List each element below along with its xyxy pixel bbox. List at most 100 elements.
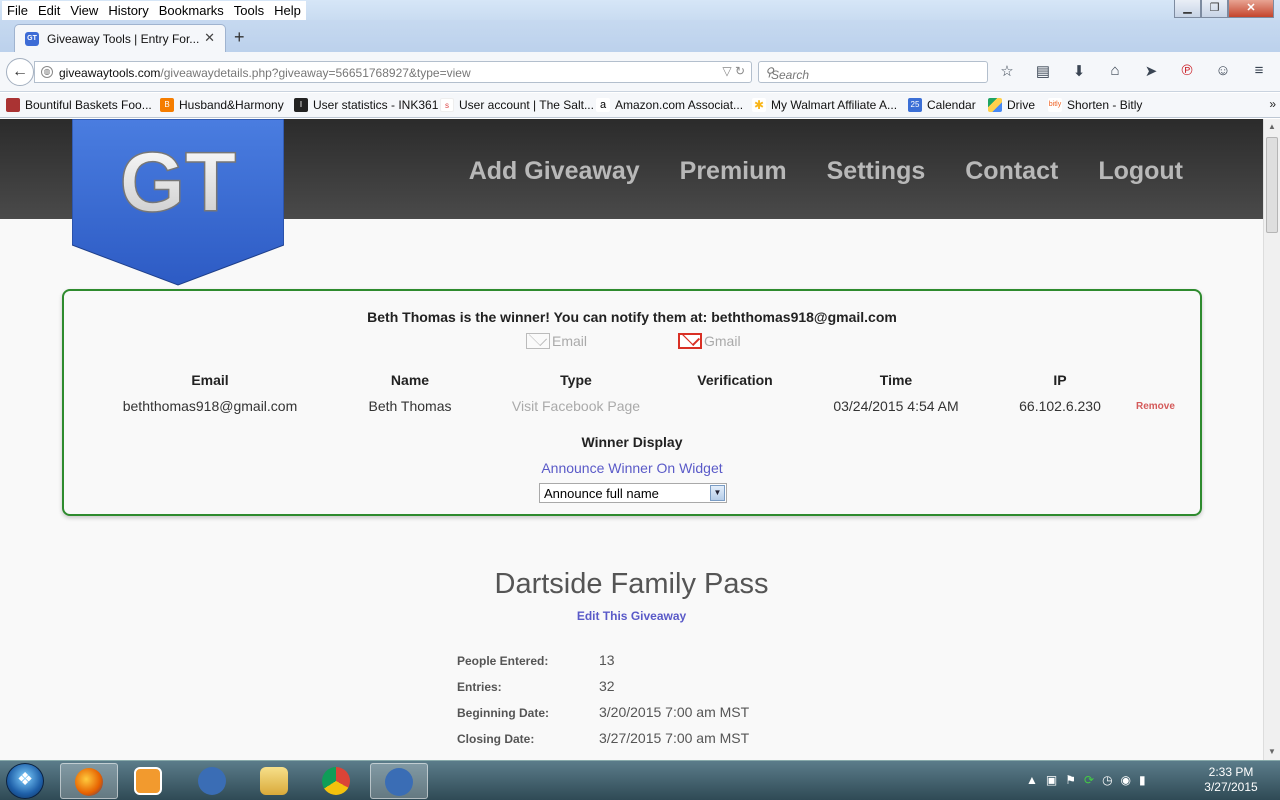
camera-icon: [385, 768, 413, 796]
nav-settings[interactable]: Settings: [827, 157, 926, 186]
dropdown-arrow-icon[interactable]: ▽: [722, 64, 731, 78]
tab-close-icon[interactable]: ✕: [204, 30, 215, 46]
new-tab-icon[interactable]: +: [234, 27, 245, 48]
signal-icon[interactable]: ▮: [1139, 773, 1146, 787]
pinterest-icon[interactable]: ℗: [1178, 62, 1196, 80]
flag-icon[interactable]: ⚑: [1065, 773, 1076, 787]
star-icon[interactable]: ☆: [998, 62, 1016, 80]
nav-logout[interactable]: Logout: [1098, 157, 1183, 186]
select-value: Announce full name: [544, 486, 659, 501]
reading-list-icon[interactable]: ▤: [1034, 62, 1052, 80]
menu-view[interactable]: View: [65, 1, 103, 20]
taskbar-camera-2[interactable]: [370, 763, 428, 799]
menu-edit[interactable]: Edit: [33, 1, 65, 20]
folder-icon: [260, 767, 288, 795]
drive-icon: [988, 98, 1002, 112]
menu-bookmarks[interactable]: Bookmarks: [154, 1, 229, 20]
menu-tools[interactable]: Tools: [229, 1, 269, 20]
start-button[interactable]: [6, 763, 44, 799]
minimize-button[interactable]: ▁: [1174, 0, 1201, 18]
bookmark-calendar[interactable]: 25 Calendar: [908, 98, 976, 112]
site-logo[interactable]: GT: [72, 119, 284, 286]
tray-expand-icon[interactable]: ▲: [1026, 773, 1038, 787]
toolbar-icons: ☆ ▤ ⬇ ⌂ ➤ ℗ ☺ ≡: [998, 62, 1268, 80]
bookmark-label: Amazon.com Associat...: [615, 98, 744, 112]
page-scrollbar[interactable]: ▲ ▼: [1263, 119, 1280, 760]
bookmark-husband-harmony[interactable]: B Husband&Harmony: [160, 98, 284, 112]
col-header-time: Time: [879, 372, 913, 388]
winner-time: 03/24/2015 4:54 AM: [833, 398, 959, 414]
edit-giveaway-link: Edit This Giveaway: [0, 609, 1263, 623]
menu-bar: File Edit View History Bookmarks Tools H…: [0, 0, 1280, 20]
taskbar-explorer[interactable]: [246, 763, 304, 799]
chat-icon[interactable]: ☺: [1214, 62, 1232, 80]
nav-contact[interactable]: Contact: [965, 157, 1058, 186]
page-viewport: Add Giveaway Premium Settings Contact Lo…: [0, 119, 1263, 760]
bookmark-bountiful-baskets[interactable]: Bountiful Baskets Foo...: [6, 98, 152, 112]
stat-value: 3/27/2015 7:00 am MST: [599, 730, 750, 746]
chrome-icon: [322, 767, 350, 795]
email-notify-link[interactable]: Email: [526, 333, 587, 349]
walmart-icon: ✱: [752, 98, 766, 112]
nav-toolbar: ← ◍ giveawaytools.com/giveawaydetails.ph…: [0, 52, 1280, 92]
url-bar[interactable]: ◍ giveawaytools.com/giveawaydetails.php?…: [34, 61, 752, 83]
menu-history[interactable]: History: [103, 1, 153, 20]
bookmark-bitly[interactable]: bitly Shorten - Bitly: [1048, 98, 1142, 112]
menu-file[interactable]: File: [2, 1, 33, 20]
calendar-icon: 25: [908, 98, 922, 112]
remove-winner-link[interactable]: Remove: [1136, 401, 1175, 412]
bookmark-ink361[interactable]: I User statistics - INK361: [294, 98, 438, 112]
col-header-email: Email: [191, 372, 229, 388]
bookmark-label: Drive: [1007, 98, 1036, 112]
gmail-notify-link[interactable]: Gmail: [678, 333, 741, 349]
announce-winner-link-text[interactable]: Announce Winner On Widget: [541, 460, 722, 476]
send-icon[interactable]: ➤: [1142, 62, 1160, 80]
tab-giveaway-tools[interactable]: GT Giveaway Tools | Entry For... ✕: [14, 24, 226, 52]
search-input[interactable]: ⚲ Search: [758, 61, 988, 83]
network-icon[interactable]: ◉: [1121, 773, 1131, 787]
salt-icon: s: [440, 98, 454, 112]
back-button[interactable]: ←: [6, 58, 34, 86]
email-notify-label: Email: [552, 333, 588, 349]
taskbar-camera[interactable]: [184, 763, 242, 799]
hamburger-menu-icon[interactable]: ≡: [1250, 62, 1268, 80]
nav-premium[interactable]: Premium: [680, 157, 787, 186]
bookmark-amazon[interactable]: a Amazon.com Associat...: [596, 98, 743, 112]
stat-value: 3/20/2015 7:00 am MST: [599, 704, 750, 720]
url-host: giveawaytools.com: [59, 66, 161, 80]
maximize-button[interactable]: ❐: [1201, 0, 1228, 18]
bookmark-drive[interactable]: Drive: [988, 98, 1035, 112]
winner-display-select[interactable]: Announce full name ▼: [539, 483, 727, 503]
winner-panel: Beth Thomas is the winner! You can notif…: [62, 289, 1202, 516]
bookmark-label: User account | The Salt...: [459, 98, 594, 112]
bookmark-label: Calendar: [927, 98, 976, 112]
edit-giveaway-link-text[interactable]: Edit This Giveaway: [577, 609, 686, 623]
clock-date: 3/27/2015: [1204, 780, 1258, 794]
sync-icon[interactable]: ⟳: [1084, 773, 1094, 787]
col-header-name: Name: [390, 372, 430, 388]
bookmarks-overflow-icon[interactable]: »: [1269, 97, 1276, 111]
tray-app-icon[interactable]: ▣: [1046, 773, 1057, 787]
scroll-down-icon[interactable]: ▼: [1264, 744, 1280, 760]
taskbar-chrome[interactable]: [308, 763, 366, 799]
reload-icon[interactable]: ↻: [735, 64, 745, 78]
nav-add-giveaway[interactable]: Add Giveaway: [469, 157, 640, 186]
home-icon[interactable]: ⌂: [1106, 62, 1124, 80]
chevron-down-icon[interactable]: ▼: [710, 485, 725, 501]
bookmark-walmart[interactable]: ✱ My Walmart Affiliate A...: [752, 98, 897, 112]
tab-title: Giveaway Tools | Entry For...: [47, 32, 200, 46]
clock-tray-icon[interactable]: ◷: [1102, 773, 1112, 787]
taskbar-media-player[interactable]: [120, 763, 178, 799]
taskbar-firefox[interactable]: [60, 763, 118, 799]
close-window-button[interactable]: ✕: [1228, 0, 1274, 18]
taskbar-clock[interactable]: 2:33 PM 3/27/2015: [1198, 765, 1264, 795]
logo-text: GT: [120, 135, 237, 229]
download-icon[interactable]: ⬇: [1070, 62, 1088, 80]
giveaway-title: Dartside Family Pass: [494, 568, 769, 600]
bookmark-salt[interactable]: s User account | The Salt...: [440, 98, 594, 112]
announce-winner-link: Announce Winner On Widget: [64, 460, 1200, 476]
scroll-up-icon[interactable]: ▲: [1264, 119, 1280, 135]
col-header-verification: Verification: [697, 372, 773, 388]
menu-help[interactable]: Help: [269, 1, 306, 20]
scrollbar-thumb[interactable]: [1266, 137, 1278, 233]
